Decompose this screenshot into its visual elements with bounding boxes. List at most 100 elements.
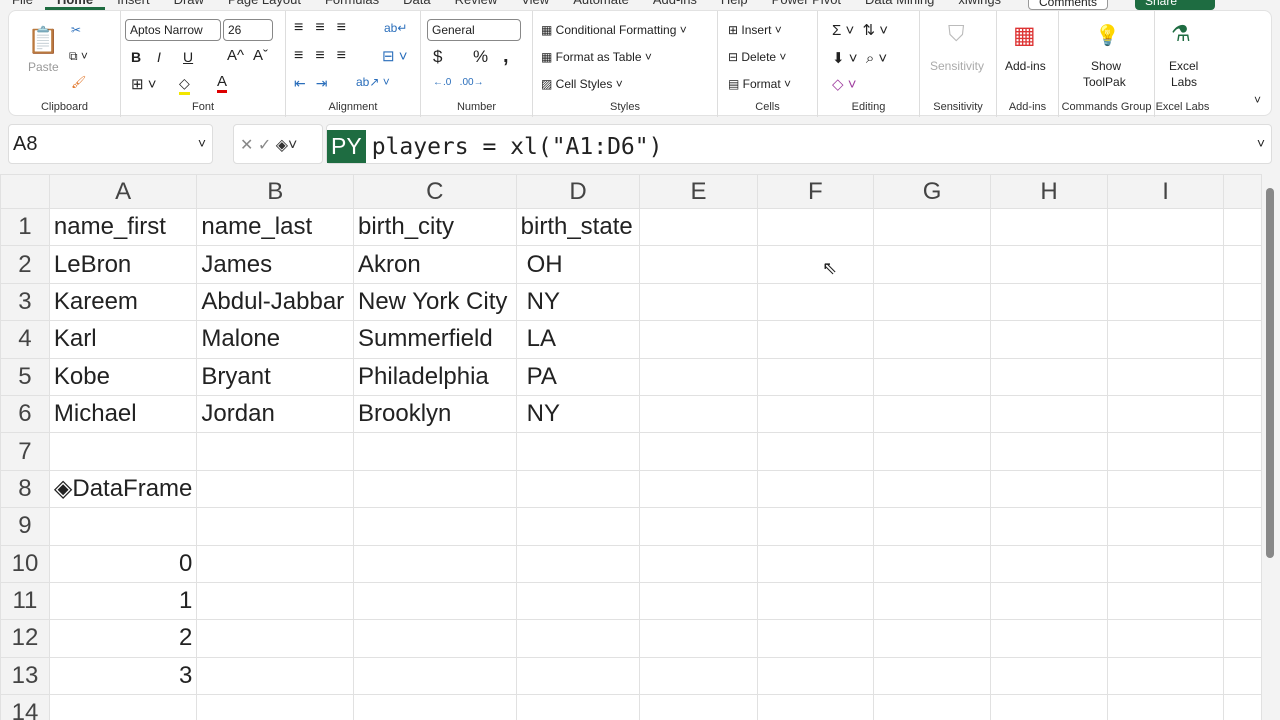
cell[interactable] <box>990 394 1108 434</box>
cell[interactable] <box>990 357 1108 396</box>
cell[interactable]: ◈DataFrame <box>48 469 198 509</box>
cell[interactable] <box>639 507 758 546</box>
cell[interactable] <box>872 507 992 546</box>
show-toolpak-line1[interactable]: Show <box>1091 59 1121 73</box>
cell[interactable] <box>515 469 641 509</box>
horizontal-align-icons[interactable]: ≡≡≡ <box>294 47 358 65</box>
font-color-button[interactable]: A <box>217 73 228 93</box>
python-object-icon[interactable]: ◈ <box>54 475 72 502</box>
cell[interactable] <box>872 469 992 509</box>
cell[interactable] <box>515 694 641 720</box>
cell[interactable] <box>756 544 874 583</box>
cell[interactable] <box>353 694 517 720</box>
cell[interactable]: NY <box>515 394 641 434</box>
orientation-icon[interactable]: ab↗ ˅ <box>356 75 390 89</box>
cell[interactable] <box>1223 357 1262 396</box>
share-button[interactable]: Share <box>1135 0 1215 10</box>
cell[interactable]: Michael <box>48 394 198 434</box>
cell[interactable] <box>1106 245 1225 284</box>
cell[interactable] <box>872 619 992 658</box>
column-header-D[interactable]: D <box>515 174 641 209</box>
cell[interactable] <box>515 507 641 546</box>
italic-button[interactable]: I <box>157 49 161 65</box>
tab-review[interactable]: Review <box>443 0 510 10</box>
row-header[interactable]: 1 <box>0 207 50 247</box>
formula-input[interactable]: PY players = xl("A1:D6") ˅ <box>326 124 1272 164</box>
row-header[interactable]: 2 <box>0 245 50 284</box>
select-all-corner[interactable] <box>0 174 50 209</box>
cell[interactable] <box>353 544 517 583</box>
cell[interactable] <box>639 619 758 658</box>
addins-button[interactable]: Add-ins <box>1005 59 1046 73</box>
cell[interactable] <box>196 581 354 621</box>
tab-data-mining[interactable]: Data Mining <box>853 0 946 10</box>
tab-file[interactable]: File <box>0 0 45 10</box>
cell[interactable]: Kobe <box>48 357 198 396</box>
cell[interactable] <box>1106 432 1225 471</box>
cell[interactable] <box>196 469 354 509</box>
bold-button[interactable]: B <box>131 49 141 65</box>
cell[interactable]: Summerfield <box>353 320 517 359</box>
cell[interactable] <box>639 394 758 434</box>
row-header[interactable]: 4 <box>0 320 50 359</box>
row-header[interactable]: 12 <box>0 619 50 658</box>
cell[interactable]: Philadelphia <box>353 357 517 396</box>
grow-font-button[interactable]: A^ <box>227 47 244 64</box>
cell[interactable] <box>196 656 354 696</box>
cell[interactable]: New York City <box>353 282 517 322</box>
cell[interactable]: Brooklyn <box>353 394 517 434</box>
collapse-ribbon-icon[interactable]: ˅ <box>1254 93 1261 107</box>
show-toolpak-line2[interactable]: ToolPak <box>1083 75 1126 89</box>
paste-icon[interactable]: 📋 <box>27 25 59 56</box>
name-box[interactable]: A8 ˅ <box>8 124 213 164</box>
python-output-icon[interactable]: ◈˅ <box>276 137 298 154</box>
shrink-font-button[interactable]: Aˇ <box>253 47 268 64</box>
wrap-text-icon[interactable]: ab↵ <box>384 21 407 35</box>
cell[interactable] <box>1223 694 1262 720</box>
tab-home[interactable]: Home <box>44 0 106 10</box>
column-header-I[interactable]: I <box>1106 174 1225 209</box>
fill-color-icon[interactable]: ◇ <box>179 75 190 95</box>
cell[interactable] <box>872 320 992 359</box>
cell[interactable] <box>639 544 758 583</box>
cell[interactable] <box>353 432 517 471</box>
cell[interactable] <box>756 619 874 658</box>
row-header[interactable]: 14 <box>0 694 50 720</box>
cell[interactable] <box>756 656 874 696</box>
cell[interactable]: Malone <box>196 320 354 359</box>
excel-labs-line1[interactable]: Excel <box>1169 59 1198 73</box>
cell[interactable] <box>756 432 874 471</box>
cell[interactable] <box>1223 544 1262 583</box>
cancel-icon[interactable]: ✕ <box>240 137 253 154</box>
cell[interactable] <box>872 282 992 322</box>
paste-button[interactable]: Paste <box>28 60 59 74</box>
tab-help[interactable]: Help <box>709 0 760 10</box>
chevron-down-icon[interactable]: ˅ <box>198 135 206 151</box>
cell[interactable] <box>872 432 992 471</box>
expand-formula-icon[interactable]: ˅ <box>1257 135 1265 151</box>
cell[interactable] <box>990 656 1108 696</box>
cell[interactable] <box>756 394 874 434</box>
format-as-table-button[interactable]: ▦ Format as Table ˅ <box>541 50 652 64</box>
cell[interactable] <box>639 245 758 284</box>
cell[interactable]: 1 <box>48 581 198 621</box>
cell[interactable] <box>990 581 1108 621</box>
cell[interactable] <box>1223 245 1262 284</box>
insert-cells-button[interactable]: ⊞ Insert ˅ <box>728 23 782 37</box>
tab-insert[interactable]: Insert <box>105 0 162 10</box>
cell[interactable] <box>1223 207 1262 247</box>
cell[interactable]: 3 <box>48 656 198 696</box>
cell[interactable] <box>756 469 874 509</box>
vertical-align-icons[interactable]: ≡≡≡ <box>294 19 358 37</box>
font-name-dropdown[interactable]: Aptos Narrow <box>125 19 221 41</box>
cell[interactable] <box>48 694 198 720</box>
row-header[interactable]: 10 <box>0 544 50 583</box>
enter-icon[interactable]: ✓ <box>258 137 271 154</box>
cell[interactable] <box>1223 507 1262 546</box>
cell[interactable] <box>872 581 992 621</box>
cell[interactable] <box>872 544 992 583</box>
cell[interactable]: birth_state <box>515 207 641 247</box>
cell[interactable] <box>1106 507 1225 546</box>
cell[interactable] <box>872 245 992 284</box>
tab-data[interactable]: Data <box>391 0 442 10</box>
